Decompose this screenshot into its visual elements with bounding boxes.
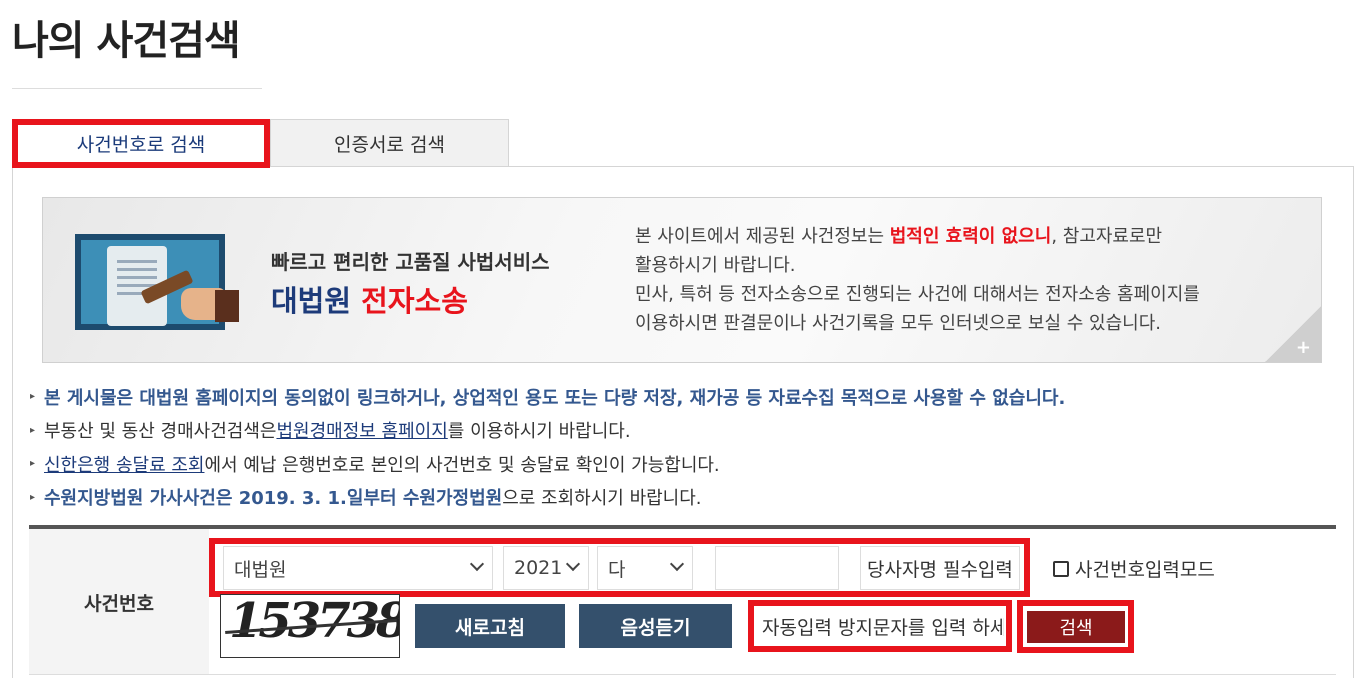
case-type-select-value: 다	[608, 558, 626, 581]
bullet-icon: ▸	[30, 458, 36, 470]
plus-icon[interactable]: +	[1296, 337, 1311, 358]
brand-ecourt: 전자소송	[361, 284, 468, 318]
page-title: 나의 사건검색	[12, 18, 241, 64]
notice-auction-text: 부동산 및 동산 경매사건검색은	[44, 421, 277, 443]
gavel-document-illustration	[75, 234, 239, 330]
ecourt-banner[interactable]: 빠르고 편리한 고품질 사법서비스 대법원 전자소송 본 사이트에서 제공된 사…	[42, 197, 1322, 363]
notice-warning: 법적인 효력이 없으니	[889, 226, 1052, 247]
year-select[interactable]: 2021	[503, 546, 589, 590]
case-number-label: 사건번호	[29, 529, 209, 675]
input-mode-label: 사건번호입력모드	[1075, 559, 1215, 581]
court-select-value: 대법원	[234, 558, 287, 581]
notice-line1-tail: , 참고자료로만	[1051, 226, 1163, 247]
notice-list: ▸ 본 게시물은 대법원 홈페이지의 동의없이 링크하거나, 상업적인 용도 또…	[30, 380, 1330, 514]
notice-line2: 활용하시기 바랍니다.	[635, 255, 796, 276]
notice-line3: 민사, 특허 등 전자소송으로 진행되는 사건에 대해서는 전자소송 홈페이지를	[635, 284, 1200, 305]
bullet-icon: ▸	[30, 424, 36, 436]
captcha-refresh-button[interactable]: 새로고침	[415, 604, 565, 648]
captcha-input[interactable]: 자동입력 방지문자를 입력 하세요	[756, 608, 1004, 644]
notice-suwon-bold: 수원지방법원 가사사건은 2019. 3. 1.일부터 수원가정법원	[44, 488, 503, 510]
banner-notice: 본 사이트에서 제공된 사건정보는 법적인 효력이 없으니, 참고자료로만 활용…	[635, 222, 1295, 338]
notice-suwon-tail: 으로 조회하시기 바랍니다.	[502, 488, 702, 510]
sleeve-icon	[215, 290, 239, 322]
case-type-select[interactable]: 다	[597, 546, 693, 590]
list-item: ▸ 부동산 및 동산 경매사건검색은 법원경매정보 홈페이지 를 이용하시기 바랍…	[30, 414, 1330, 448]
case-input-mode-toggle[interactable]: 사건번호입력모드	[1053, 555, 1215, 582]
chevron-down-icon	[669, 556, 685, 572]
tab-case-number-search[interactable]: 사건번호로 검색	[12, 119, 270, 168]
banner-more-corner[interactable]	[1265, 306, 1321, 362]
list-item: ▸ 수원지방법원 가사사건은 2019. 3. 1.일부터 수원가정법원 으로 조…	[30, 481, 1330, 515]
chevron-down-icon	[565, 556, 581, 572]
notice-fee-tail: 에서 예납 은행번호로 본인의 사건번호 및 송달료 확인이 가능합니다.	[204, 454, 720, 476]
notice-copyright: 본 게시물은 대법원 홈페이지의 동의없이 링크하거나, 상업적인 용도 또는 …	[44, 387, 1066, 409]
banner-tagline: 빠르고 편리한 고품질 사법서비스	[271, 250, 550, 274]
notice-auction-tail: 를 이용하시기 바랍니다.	[447, 421, 631, 443]
bullet-icon: ▸	[30, 491, 36, 503]
search-button[interactable]: 검색	[1027, 611, 1125, 643]
form-bottom-divider	[29, 674, 1336, 675]
banner-brand: 대법원 전자소송	[271, 278, 468, 320]
brand-court: 대법원	[271, 284, 352, 318]
court-select[interactable]: 대법원	[223, 546, 493, 590]
chevron-down-icon	[469, 556, 485, 572]
notice-line1-text: 본 사이트에서 제공된 사건정보는	[635, 226, 890, 247]
title-divider	[12, 88, 262, 89]
tab-certificate-search[interactable]: 인증서로 검색	[270, 119, 509, 167]
party-name-input[interactable]: 당사자명 필수입력	[860, 546, 1020, 590]
shinhan-fee-link[interactable]: 신한은행 송달료 조회	[44, 451, 204, 477]
bullet-icon: ▸	[30, 391, 36, 403]
case-number-input[interactable]	[715, 546, 839, 590]
captcha-audio-button[interactable]: 음성듣기	[579, 604, 732, 648]
input-mode-checkbox[interactable]	[1053, 560, 1069, 577]
captcha-image: 153738	[220, 594, 400, 658]
list-item: ▸ 신한은행 송달료 조회 에서 예납 은행번호로 본인의 사건번호 및 송달료 …	[30, 447, 1330, 481]
list-item: ▸ 본 게시물은 대법원 홈페이지의 동의없이 링크하거나, 상업적인 용도 또…	[30, 380, 1330, 414]
year-select-value: 2021	[514, 557, 563, 579]
auction-site-link[interactable]: 법원경매정보 홈페이지	[276, 417, 447, 443]
notice-line4: 이용하시면 판결문이나 사건기록을 모두 인터넷으로 보실 수 있습니다.	[635, 313, 1162, 334]
